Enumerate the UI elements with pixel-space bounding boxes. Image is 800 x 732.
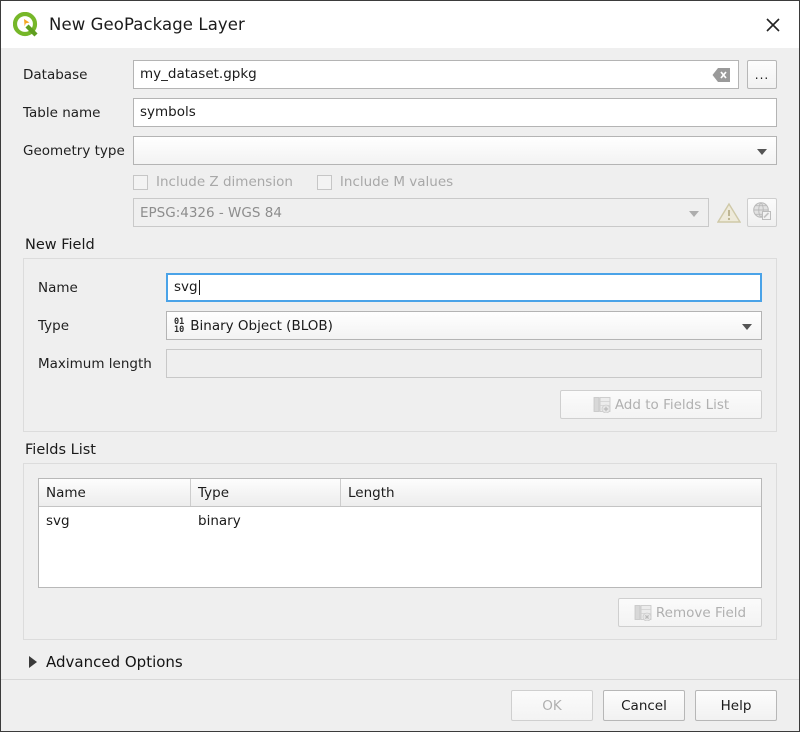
titlebar: New GeoPackage Layer xyxy=(1,1,799,48)
chevron-down-icon xyxy=(689,210,699,217)
chevron-down-icon xyxy=(742,323,752,330)
geometry-type-combo[interactable] xyxy=(133,136,777,165)
remove-field-button-row: Remove Field xyxy=(38,598,762,627)
database-value: my_dataset.gpkg xyxy=(140,65,257,82)
fields-list-group: Name Type Length svg binary Remove Field xyxy=(23,463,777,640)
select-crs-button[interactable] xyxy=(747,198,777,227)
add-to-fields-list-button[interactable]: Add to Fields List xyxy=(560,390,762,419)
field-name-row: Name svg xyxy=(38,273,762,302)
field-type-combo[interactable]: 01 10 Binary Object (BLOB) xyxy=(166,311,762,340)
new-geopackage-layer-dialog: New GeoPackage Layer Database my_dataset… xyxy=(0,0,800,732)
geometry-type-row: Geometry type xyxy=(23,136,777,165)
new-field-group-title: New Field xyxy=(25,237,95,253)
advanced-options-expander[interactable]: Advanced Options xyxy=(23,653,777,671)
field-name-value: svg xyxy=(174,278,198,295)
table-name-input[interactable]: symbols xyxy=(133,98,777,127)
chevron-right-icon xyxy=(29,656,37,668)
help-button[interactable]: Help xyxy=(695,690,777,721)
remove-field-icon xyxy=(634,604,652,621)
binary-blob-icon: 01 10 xyxy=(174,316,185,335)
warning-triangle-icon xyxy=(717,202,741,224)
crs-row: EPSG:4326 - WGS 84 xyxy=(133,198,777,227)
column-header-length[interactable]: Length xyxy=(341,479,761,506)
chevron-down-icon xyxy=(757,148,767,155)
dialog-footer: OK Cancel Help xyxy=(1,679,799,731)
fields-table-header: Name Type Length xyxy=(39,479,761,507)
ok-button[interactable]: OK xyxy=(511,690,593,721)
dialog-title: New GeoPackage Layer xyxy=(49,15,245,34)
max-length-label: Maximum length xyxy=(38,355,152,372)
cell-type: binary xyxy=(198,513,241,529)
fields-list-group-title: Fields List xyxy=(25,442,96,458)
advanced-options-label: Advanced Options xyxy=(46,653,183,671)
globe-crs-icon xyxy=(752,201,772,225)
cell-length xyxy=(341,507,761,535)
remove-field-label: Remove Field xyxy=(655,604,747,621)
table-name-row: Table name symbols xyxy=(23,98,777,127)
cell-name: svg xyxy=(46,513,70,529)
dimension-options-row: Include Z dimension Include M values xyxy=(133,174,777,190)
database-input[interactable]: my_dataset.gpkg xyxy=(133,60,739,89)
column-header-name[interactable]: Name xyxy=(39,479,191,506)
table-name-value: symbols xyxy=(140,103,196,120)
geometry-type-label: Geometry type xyxy=(23,142,125,159)
include-m-checkbox[interactable] xyxy=(316,174,332,190)
max-length-row: Maximum length xyxy=(38,349,762,378)
fields-table[interactable]: Name Type Length svg binary xyxy=(38,478,762,588)
field-type-row: Type 01 10 Binary Object (BLOB) xyxy=(38,311,762,340)
dialog-body: Database my_dataset.gpkg ... Table name … xyxy=(1,48,799,731)
include-z-label: Include Z dimension xyxy=(156,174,293,190)
add-field-button-row: Add to Fields List xyxy=(38,390,762,419)
max-length-input[interactable] xyxy=(166,349,762,378)
field-type-label: Type xyxy=(38,317,70,334)
crs-combo[interactable]: EPSG:4326 - WGS 84 xyxy=(133,198,709,227)
text-caret xyxy=(198,280,200,295)
table-name-label: Table name xyxy=(23,104,101,121)
database-row: Database my_dataset.gpkg ... xyxy=(23,60,777,89)
clear-icon[interactable] xyxy=(712,67,731,87)
table-row[interactable]: svg binary xyxy=(39,507,761,535)
database-label: Database xyxy=(23,66,88,83)
remove-field-button[interactable]: Remove Field xyxy=(618,598,762,627)
include-m-label: Include M values xyxy=(339,174,454,190)
field-type-value: Binary Object (BLOB) xyxy=(190,317,333,334)
add-to-fields-list-label: Add to Fields List xyxy=(614,396,730,413)
column-header-type[interactable]: Type xyxy=(191,479,341,506)
close-icon[interactable] xyxy=(753,5,793,45)
cancel-button[interactable]: Cancel xyxy=(603,690,685,721)
add-field-icon xyxy=(593,396,611,413)
browse-database-button[interactable]: ... xyxy=(747,60,777,89)
field-name-input[interactable]: svg xyxy=(166,273,762,302)
include-z-checkbox[interactable] xyxy=(133,174,148,190)
field-name-label: Name xyxy=(38,279,78,296)
qgis-logo-icon xyxy=(12,11,39,38)
crs-value: EPSG:4326 - WGS 84 xyxy=(140,204,282,221)
new-field-group: Name svg Type 01 10 Binary Object (BLOB) … xyxy=(23,258,777,432)
